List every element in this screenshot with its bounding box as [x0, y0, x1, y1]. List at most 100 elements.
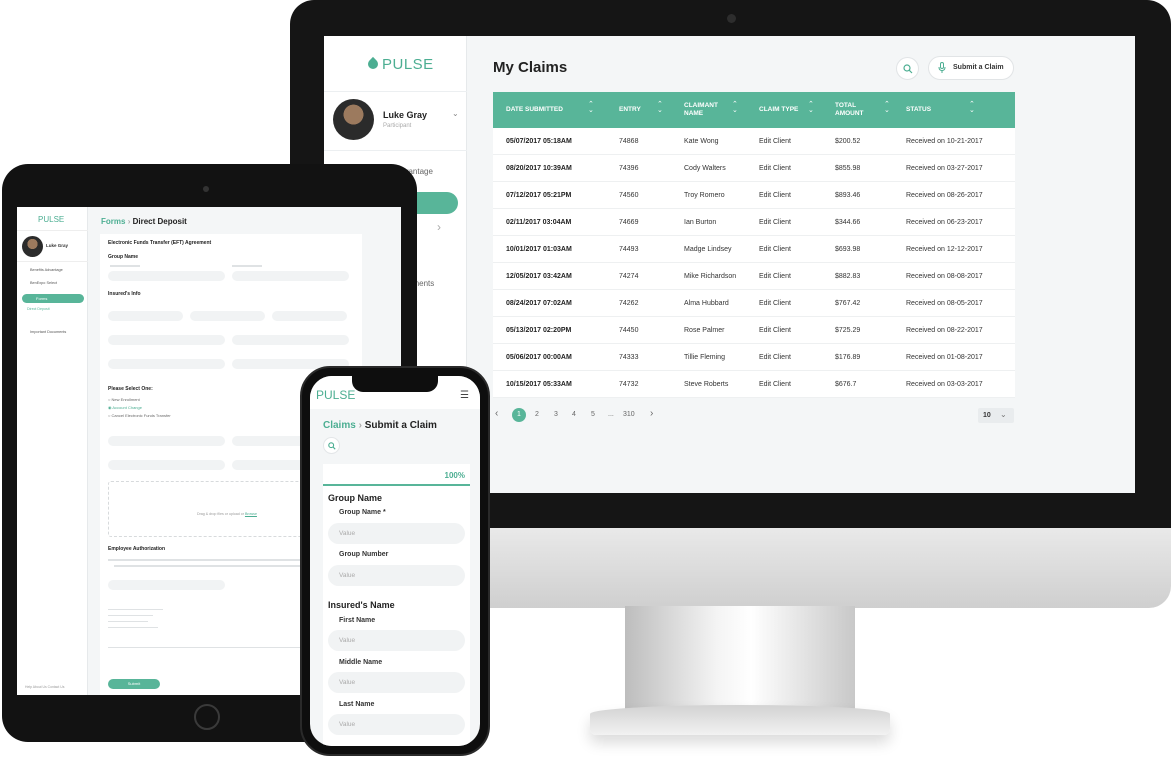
- first-name-input[interactable]: Value: [328, 630, 465, 651]
- page-title: My Claims: [493, 59, 568, 76]
- cell-date: 07/12/2017 05:21PM: [506, 192, 572, 199]
- cell-claim-type: Edit Client: [759, 246, 791, 253]
- breadcrumb-claims[interactable]: Claims: [323, 420, 356, 431]
- cell-entry: 74868: [619, 138, 639, 145]
- option-new-enrollment[interactable]: ○ New Enrollment: [108, 397, 140, 402]
- last-name-input[interactable]: Value: [328, 714, 465, 735]
- signed-date-input[interactable]: [108, 580, 225, 590]
- last-name-input[interactable]: [272, 311, 347, 321]
- option-cancel-eft[interactable]: ○ Cancel Electronic Funds Transfer: [108, 413, 171, 418]
- submit-button[interactable]: Submit: [108, 679, 160, 689]
- page-1[interactable]: 1: [512, 408, 526, 422]
- brand-logo[interactable]: PULSE: [365, 56, 434, 73]
- cell-claim-type: Edit Client: [759, 327, 791, 334]
- cell-date: 02/11/2017 03:04AM: [506, 219, 572, 226]
- table-row[interactable]: 10/15/2017 05:33AM 74732 Steve Roberts Edit…: [493, 371, 1015, 398]
- cell-claimant: Alma Hubbard: [684, 300, 729, 307]
- table-row[interactable]: 02/11/2017 03:04AM 74669 Ian Burton Edit Cl…: [493, 209, 1015, 236]
- cell-claimant: Steve Roberts: [684, 381, 729, 388]
- page-5[interactable]: 5: [591, 411, 595, 418]
- user-menu[interactable]: Luke Gray: [17, 230, 88, 262]
- submit-claim-button[interactable]: Submit a Claim: [928, 56, 1014, 80]
- group-number-input[interactable]: Value: [328, 565, 465, 586]
- prev-page-button[interactable]: ‹: [495, 408, 498, 419]
- per-page-select[interactable]: 10 ⌄: [978, 408, 1014, 423]
- column-entry[interactable]: ENTRY: [619, 98, 649, 122]
- cell-date: 10/15/2017 05:33AM: [506, 381, 572, 388]
- sidebar-subitem-direct-deposit[interactable]: Direct Deposit: [27, 307, 50, 311]
- table-row[interactable]: 08/20/2017 10:39AM 74396 Cody Walters Edit …: [493, 155, 1015, 182]
- sidebar-item-forms[interactable]: Forms: [22, 294, 84, 303]
- cell-claimant: Mike Richardson: [684, 273, 737, 280]
- chevron-down-icon[interactable]: ⌄: [452, 109, 459, 118]
- sort-icon[interactable]: ⌃ ⌄: [657, 101, 663, 114]
- group-name-input[interactable]: Value: [328, 523, 465, 544]
- routing-number-input[interactable]: [108, 460, 225, 470]
- cell-status: Received on 06-23-2017: [906, 219, 983, 226]
- group-number-label: Group Number: [339, 551, 389, 558]
- cell-claimant: Ian Burton: [684, 219, 717, 226]
- column-status[interactable]: STATUS: [906, 98, 946, 122]
- middle-name-input[interactable]: Value: [328, 672, 465, 693]
- cell-claimant: Tillie Fleming: [684, 354, 725, 361]
- claim-form: 100% Group Name Group Name * Value Group…: [323, 464, 470, 746]
- next-page-button[interactable]: ›: [650, 408, 653, 419]
- field-input[interactable]: [108, 335, 225, 345]
- cell-amount: $176.89: [835, 354, 861, 361]
- sidebar-item-benexpo[interactable]: BenExpo Select: [30, 281, 57, 285]
- page-3[interactable]: 3: [554, 411, 558, 418]
- cell-status: Received on 08-26-2017: [906, 192, 983, 199]
- user-role: Participant: [383, 123, 412, 129]
- cell-status: Received on 03-27-2017: [906, 165, 983, 172]
- user-name: Luke Gray: [46, 243, 69, 248]
- sort-icon[interactable]: ⌃ ⌄: [884, 101, 890, 114]
- chevron-right-icon[interactable]: ›: [437, 220, 441, 234]
- middle-name-input[interactable]: [190, 311, 265, 321]
- bank-name-input[interactable]: [108, 436, 225, 446]
- breadcrumb-forms[interactable]: Forms: [101, 217, 125, 226]
- table-row[interactable]: 05/07/2017 05:18AM 74868 Kate Wong Edit Cli…: [493, 128, 1015, 155]
- table-row[interactable]: 10/01/2017 01:03AM 74493 Madge Lindsey Edit…: [493, 236, 1015, 263]
- brand-logo[interactable]: PULSE: [38, 215, 64, 224]
- table-row[interactable]: 05/06/2017 00:00AM 74333 Tillie Fleming Edi…: [493, 344, 1015, 371]
- brand-logo[interactable]: PULSE: [316, 388, 355, 402]
- first-name-input[interactable]: [108, 311, 183, 321]
- sort-icon[interactable]: ⌃ ⌄: [808, 101, 814, 114]
- group-name-input[interactable]: [108, 271, 225, 281]
- cell-entry: 74274: [619, 273, 639, 280]
- browse-link[interactable]: Browse: [245, 512, 257, 516]
- cell-status: Received on 08-22-2017: [906, 327, 983, 334]
- column-total-amount[interactable]: TOTAL AMOUNT: [835, 98, 873, 122]
- page-310[interactable]: 310: [623, 411, 635, 418]
- field-input[interactable]: [232, 335, 349, 345]
- column-date-submitted[interactable]: DATE SUBMITTED: [506, 98, 586, 122]
- page-2[interactable]: 2: [535, 411, 539, 418]
- table-row[interactable]: 12/05/2017 03:42AM 74274 Mike Richardson Ed…: [493, 263, 1015, 290]
- sidebar-item-documents[interactable]: Important Documents: [30, 330, 66, 334]
- phone-input[interactable]: [108, 359, 225, 369]
- sort-icon[interactable]: ⌃ ⌄: [588, 101, 594, 114]
- option-account-change[interactable]: ◉ Account Change: [108, 405, 142, 410]
- table-row[interactable]: 07/12/2017 05:21PM 74560 Troy Romero Edit C…: [493, 182, 1015, 209]
- search-button[interactable]: [896, 57, 919, 80]
- column-claim-type[interactable]: CLAIM TYPE: [759, 98, 809, 122]
- table-row[interactable]: 05/13/2017 02:20PM 74450 Rose Palmer Edit C…: [493, 317, 1015, 344]
- group-number-input[interactable]: [232, 271, 349, 281]
- cell-date: 05/07/2017 05:18AM: [506, 138, 572, 145]
- cell-amount: $200.52: [835, 138, 861, 145]
- cell-entry: 74333: [619, 354, 639, 361]
- sort-icon[interactable]: ⌃ ⌄: [732, 101, 738, 114]
- column-claimant-name[interactable]: CLAIMANT NAME: [684, 98, 729, 122]
- sidebar-item-benefits[interactable]: Benefits Advantage: [30, 268, 63, 272]
- hamburger-menu-icon[interactable]: ☰: [460, 390, 469, 401]
- cell-claim-type: Edit Client: [759, 381, 791, 388]
- home-button[interactable]: [194, 704, 220, 730]
- user-menu[interactable]: Luke Gray Participant ⌄: [324, 91, 467, 151]
- tablet-camera: [203, 186, 209, 192]
- page-4[interactable]: 4: [572, 411, 576, 418]
- table-row[interactable]: 08/24/2017 07:02AM 74262 Alma Hubbard Edit …: [493, 290, 1015, 317]
- footer-links[interactable]: Help About Us Contact Us: [25, 685, 64, 689]
- sort-icon[interactable]: ⌃ ⌄: [969, 101, 975, 114]
- search-button[interactable]: [323, 437, 340, 454]
- cell-claim-type: Edit Client: [759, 165, 791, 172]
